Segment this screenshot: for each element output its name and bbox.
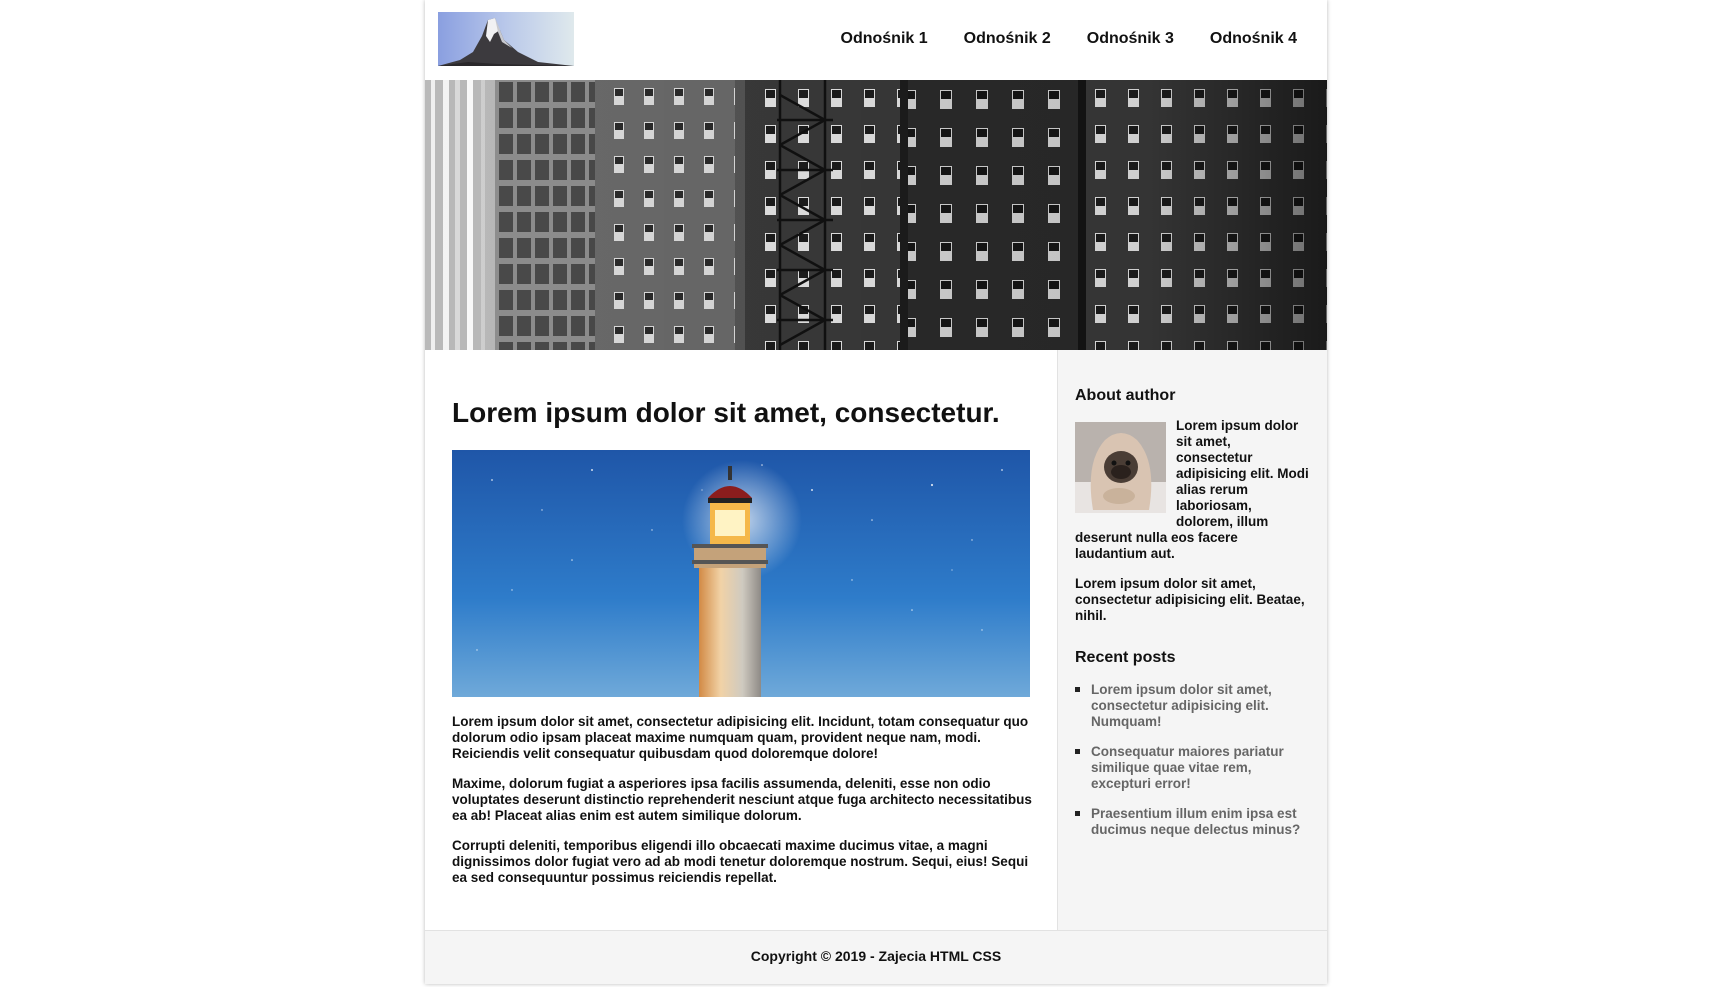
square-bullet-icon bbox=[1075, 749, 1080, 754]
recent-post-link-3[interactable]: Praesentium illum enim ipsa est ducimus … bbox=[1091, 806, 1309, 838]
about-author-section: About author Lorem ipsum dolor sit amet, bbox=[1075, 386, 1309, 624]
post-paragraph: Corrupti deleniti, temporibus eligendi i… bbox=[452, 838, 1029, 885]
lighthouse-image bbox=[452, 450, 1030, 697]
copyright-text: Copyright © 2019 - Zajecia HTML CSS bbox=[750, 948, 1002, 964]
mountain-logo-image bbox=[438, 12, 574, 66]
pug-avatar-image bbox=[1075, 422, 1166, 513]
recent-post-item: Praesentium illum enim ipsa est ducimus … bbox=[1075, 806, 1309, 838]
nav-link-2[interactable]: Odnośnik 2 bbox=[964, 29, 1051, 49]
site-logo[interactable] bbox=[438, 12, 574, 66]
post-paragraph: Maxime, dolorum fugiat a asperiores ipsa… bbox=[452, 776, 1032, 823]
main-content: Lorem ipsum dolor sit amet, consectetur. bbox=[425, 350, 1057, 930]
about-author-paragraph-2: Lorem ipsum dolor sit amet, consectetur … bbox=[1075, 576, 1305, 623]
recent-posts-heading: Recent posts bbox=[1075, 649, 1176, 666]
recent-posts-section: Recent posts Lorem ipsum dolor sit amet,… bbox=[1075, 648, 1309, 852]
main-nav: Odnośnik 1 Odnośnik 2 Odnośnik 3 Odnośni… bbox=[841, 29, 1298, 49]
recent-post-item: Consequatur maiores pariatur similique q… bbox=[1075, 744, 1309, 792]
sidebar: About author Lorem ipsum dolor sit amet, bbox=[1057, 350, 1327, 930]
recent-post-item: Lorem ipsum dolor sit amet, consectetur … bbox=[1075, 682, 1309, 730]
hero-buildings-image bbox=[425, 80, 1327, 350]
square-bullet-icon bbox=[1075, 687, 1080, 692]
site-header: Odnośnik 1 Odnośnik 2 Odnośnik 3 Odnośni… bbox=[425, 0, 1327, 80]
nav-link-4[interactable]: Odnośnik 4 bbox=[1210, 29, 1297, 49]
recent-posts-list: Lorem ipsum dolor sit amet, consectetur … bbox=[1075, 682, 1309, 838]
post-body: Lorem ipsum dolor sit amet, consectetur … bbox=[452, 714, 1032, 900]
site-footer: Copyright © 2019 - Zajecia HTML CSS bbox=[425, 930, 1327, 984]
about-author-text: Lorem ipsum dolor sit amet, consectetur … bbox=[1075, 418, 1309, 562]
post-image bbox=[452, 450, 1030, 697]
post-paragraph: Lorem ipsum dolor sit amet, consectetur … bbox=[452, 714, 1029, 761]
about-author-heading: About author bbox=[1075, 387, 1176, 404]
post-title: Lorem ipsum dolor sit amet, consectetur. bbox=[452, 397, 1000, 428]
page-container: Odnośnik 1 Odnośnik 2 Odnośnik 3 Odnośni… bbox=[425, 0, 1327, 984]
recent-post-link-2[interactable]: Consequatur maiores pariatur similique q… bbox=[1091, 744, 1309, 792]
hero-banner bbox=[425, 80, 1327, 350]
author-avatar bbox=[1075, 422, 1166, 513]
nav-link-1[interactable]: Odnośnik 1 bbox=[841, 29, 928, 49]
recent-post-link-1[interactable]: Lorem ipsum dolor sit amet, consectetur … bbox=[1091, 682, 1309, 730]
nav-link-3[interactable]: Odnośnik 3 bbox=[1087, 29, 1174, 49]
square-bullet-icon bbox=[1075, 811, 1080, 816]
